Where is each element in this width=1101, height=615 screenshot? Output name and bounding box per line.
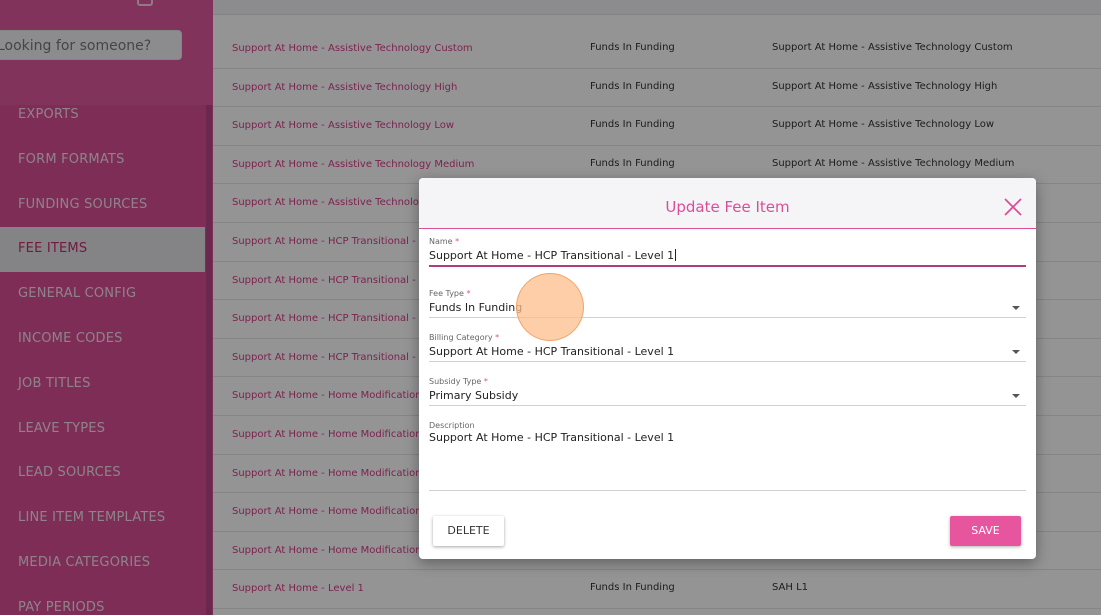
subsidy-type-underline [429,405,1026,406]
name-underline [429,265,1026,267]
subsidy-type-label: Subsidy Type [429,377,482,386]
name-input-value[interactable]: Support At Home - HCP Transitional - Lev… [429,249,674,262]
description-underline [429,490,1026,491]
update-fee-item-dialog: Update Fee Item Name * Support At Home -… [419,178,1036,559]
subsidy-type-value: Primary Subsidy [429,389,519,402]
dialog-header: Update Fee Item [419,178,1036,229]
chevron-down-icon[interactable] [1012,306,1020,310]
name-field[interactable]: Name * Support At Home - HCP Transitiona… [429,237,1026,267]
save-button[interactable]: SAVE [950,516,1021,546]
dialog-title: Update Fee Item [665,198,790,216]
text-caret [675,249,677,261]
chevron-down-icon[interactable] [1012,350,1020,354]
description-textarea[interactable]: Description Support At Home - HCP Transi… [429,421,1026,491]
subsidy-type-select[interactable]: Subsidy Type * Primary Subsidy [429,377,1026,406]
close-icon[interactable] [1003,197,1023,217]
description-label: Description [429,421,475,430]
billing-category-label: Billing Category [429,333,493,342]
required-marker: * [455,237,460,246]
billing-category-underline [429,361,1026,362]
fee-type-label: Fee Type [429,289,464,298]
description-value: Support At Home - HCP Transitional - Lev… [429,431,675,444]
required-marker: * [483,377,488,386]
billing-category-value: Support At Home - HCP Transitional - Lev… [429,345,675,358]
required-marker: * [466,289,471,298]
required-marker: * [495,333,500,342]
delete-button[interactable]: DELETE [433,516,504,546]
billing-category-select[interactable]: Billing Category * Support At Home - HCP… [429,333,1026,362]
chevron-down-icon[interactable] [1012,394,1020,398]
click-indicator [516,273,584,341]
name-label: Name [429,237,453,246]
